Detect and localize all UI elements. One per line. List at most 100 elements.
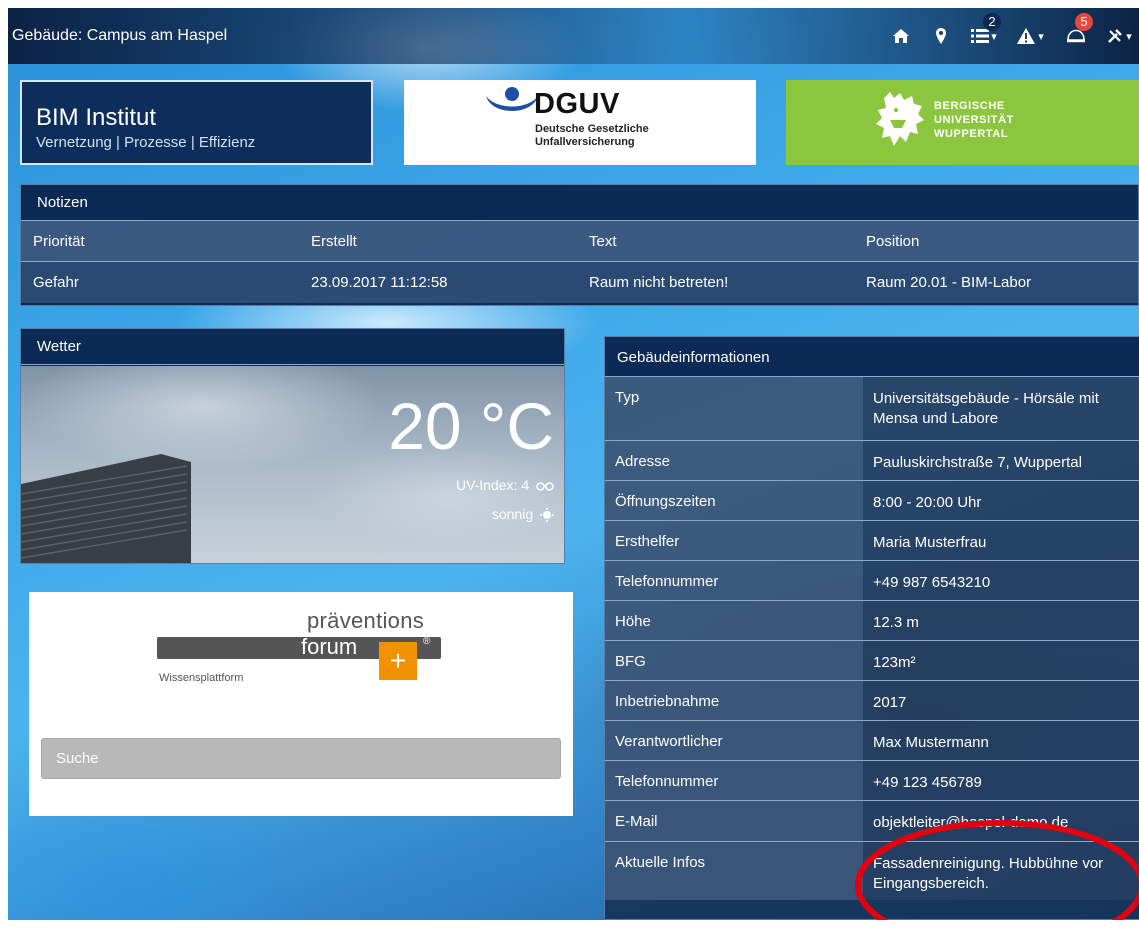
info-value: Fassadenreinigung. Hubbühne vor Eingangs…	[873, 855, 1104, 892]
warning-menu-button[interactable]: ▾	[1007, 21, 1053, 51]
weather-sky-image: 20 °C UV-Index: 4 sonnig	[21, 366, 564, 563]
row-key-background	[605, 842, 863, 900]
info-key: Öffnungszeiten	[615, 493, 716, 510]
buw-name-line1: BERGISCHE	[934, 100, 1005, 112]
list-count-badge: 2	[983, 13, 1001, 31]
temperature: 20 °C	[388, 389, 554, 463]
note-priority: Gefahr	[33, 274, 79, 291]
table-row: Öffnungszeiten 8:00 - 20:00 Uhr	[605, 481, 1139, 521]
info-key: Telefonnummer	[615, 773, 719, 790]
note-created: 23.09.2017 11:12:58	[311, 274, 448, 291]
topbar-icon-group: ▾ 2 ▾ 5 ▾	[881, 8, 1139, 64]
info-value: Universitätsgebäude - Hörsäle mit Mensa …	[873, 390, 1099, 427]
helmet-count-badge: 5	[1075, 13, 1093, 31]
dguv-name: DGUV	[534, 88, 620, 120]
registered-mark: ®	[423, 636, 431, 647]
weather-panel: Wetter 20 °C UV-Index: 4 sonnig	[20, 328, 565, 564]
info-key: Telefonnummer	[615, 573, 719, 590]
dguv-logo-icon	[486, 87, 538, 111]
pf-tagline: Wissensplattform	[159, 672, 244, 684]
notes-title: Notizen	[21, 185, 1138, 221]
building-info-panel: Gebäudeinformationen Typ Universitätsgebä…	[604, 336, 1139, 920]
info-key: Aktuelle Infos	[615, 854, 706, 871]
tools-icon	[1108, 29, 1123, 43]
building-title: Gebäude: Campus am Haspel	[12, 27, 228, 44]
table-row: BFG 123m²	[605, 641, 1139, 681]
info-value: Max Mustermann	[873, 734, 989, 751]
table-row: Aktuelle Infos Fassadenreinigung. Hubbühn…	[605, 842, 1139, 900]
map-marker-icon[interactable]	[921, 21, 961, 51]
weather-condition-label: sonnig	[491, 506, 534, 522]
table-row: E-Mail objektleiter@haspel-demo.de	[605, 801, 1139, 842]
column-header-priority: Priorität	[33, 233, 85, 250]
note-text: Raum nicht betreten!	[589, 274, 729, 291]
weather-title: Wetter	[21, 329, 564, 365]
buw-name-line2: UNIVERSITÄT	[934, 114, 1014, 126]
info-key: BFG	[615, 653, 646, 670]
table-row: Telefonnummer +49 987 6543210	[605, 561, 1139, 601]
info-value: 12.3 m	[873, 614, 919, 631]
info-key: Inbetriebnahme	[615, 693, 720, 710]
info-value: +49 987 6543210	[873, 574, 991, 591]
row-key-background	[605, 377, 863, 440]
table-row: Telefonnummer +49 123 456789	[605, 761, 1139, 801]
bim-subtitle: Vernetzung | Prozesse | Effizienz	[36, 134, 256, 151]
dguv-subtitle-line2: Unfallversicherung	[535, 136, 635, 148]
info-value: 2017	[873, 694, 907, 711]
table-row: Adresse Pauluskirchstraße 7, Wuppertal	[605, 441, 1139, 481]
table-row: Ersthelfer Maria Musterfrau	[605, 521, 1139, 561]
info-value[interactable]: objektleiter@haspel-demo.de	[873, 813, 1139, 833]
info-key: Typ	[615, 389, 640, 406]
info-key: Verantwortlicher	[615, 733, 723, 750]
top-bar: Gebäude: Campus am Haspel ▾ 2 ▾ 5 ▾	[8, 8, 1139, 64]
info-key: Adresse	[615, 453, 671, 470]
info-key: E-Mail	[615, 813, 658, 830]
tools-menu-button[interactable]: ▾	[1099, 21, 1139, 51]
uv-index: UV-Index: 4	[456, 477, 554, 493]
uv-index-label: UV-Index: 4	[455, 477, 530, 493]
lion-emblem-icon	[876, 92, 924, 146]
list-icon	[971, 29, 990, 43]
column-header-text: Text	[589, 233, 617, 250]
pf-plus-icon: +	[379, 642, 417, 680]
info-key: Höhe	[615, 613, 651, 630]
notes-header-row: Priorität Erstellt Text Position	[21, 221, 1138, 262]
info-value: Pauluskirchstraße 7, Wuppertal	[873, 454, 1082, 471]
weather-condition: sonnig	[491, 506, 554, 523]
buw-name-line3: WUPPERTAL	[934, 128, 1009, 140]
buw-logo-box[interactable]: BERGISCHE UNIVERSITÄT WUPPERTAL	[786, 80, 1139, 165]
column-header-created: Erstellt	[311, 233, 357, 250]
dguv-subtitle-line1: Deutsche Gesetzliche	[535, 123, 649, 135]
note-position: Raum 20.01 - BIM-Labor	[866, 274, 1032, 291]
chevron-down-icon: ▾	[1126, 30, 1132, 43]
chevron-down-icon: ▾	[991, 30, 997, 43]
info-value: 123m²	[873, 654, 916, 671]
table-row: Inbetriebnahme 2017	[605, 681, 1139, 721]
helmet-menu-button[interactable]: 5	[1053, 13, 1099, 51]
info-value: 8:00 - 20:00 Uhr	[873, 494, 982, 511]
notes-panel: Notizen Priorität Erstellt Text Position…	[20, 184, 1139, 306]
search-button[interactable]: Suche	[41, 738, 561, 779]
app-screen: Gebäude: Campus am Haspel ▾ 2 ▾ 5 ▾ BIM …	[8, 8, 1139, 920]
table-row: Höhe 12.3 m	[605, 601, 1139, 641]
bim-institut-box[interactable]: BIM Institut Vernetzung | Prozesse | Eff…	[20, 80, 373, 165]
pf-logo-line1: präventions	[307, 608, 425, 633]
sunglasses-icon	[536, 482, 554, 491]
table-row: Verantwortlicher Max Mustermann	[605, 721, 1139, 761]
info-value: +49 123 456789	[873, 774, 982, 791]
building-info-title: Gebäudeinformationen	[605, 337, 1139, 377]
column-header-position: Position	[866, 233, 920, 250]
table-row: Typ Universitätsgebäude - Hörsäle mit Men…	[605, 377, 1139, 441]
info-key: Ersthelfer	[615, 533, 680, 550]
list-menu-button[interactable]: ▾ 2	[961, 13, 1007, 51]
building-silhouette-image	[21, 454, 191, 563]
bim-title: BIM Institut	[36, 104, 157, 131]
chevron-down-icon: ▾	[1038, 30, 1044, 43]
sun-icon	[540, 508, 554, 523]
praeventionsforum-box: präventions forum + ® Wissensplattform S…	[29, 592, 573, 816]
home-icon[interactable]	[881, 21, 921, 51]
table-row[interactable]: Gefahr 23.09.2017 11:12:58 Raum nicht be…	[21, 262, 1138, 303]
building-info-table: Typ Universitätsgebäude - Hörsäle mit Men…	[605, 377, 1139, 900]
info-value: Maria Musterfrau	[873, 534, 987, 551]
dguv-logo-box[interactable]: DGUV Deutsche Gesetzliche Unfallversiche…	[404, 80, 756, 165]
